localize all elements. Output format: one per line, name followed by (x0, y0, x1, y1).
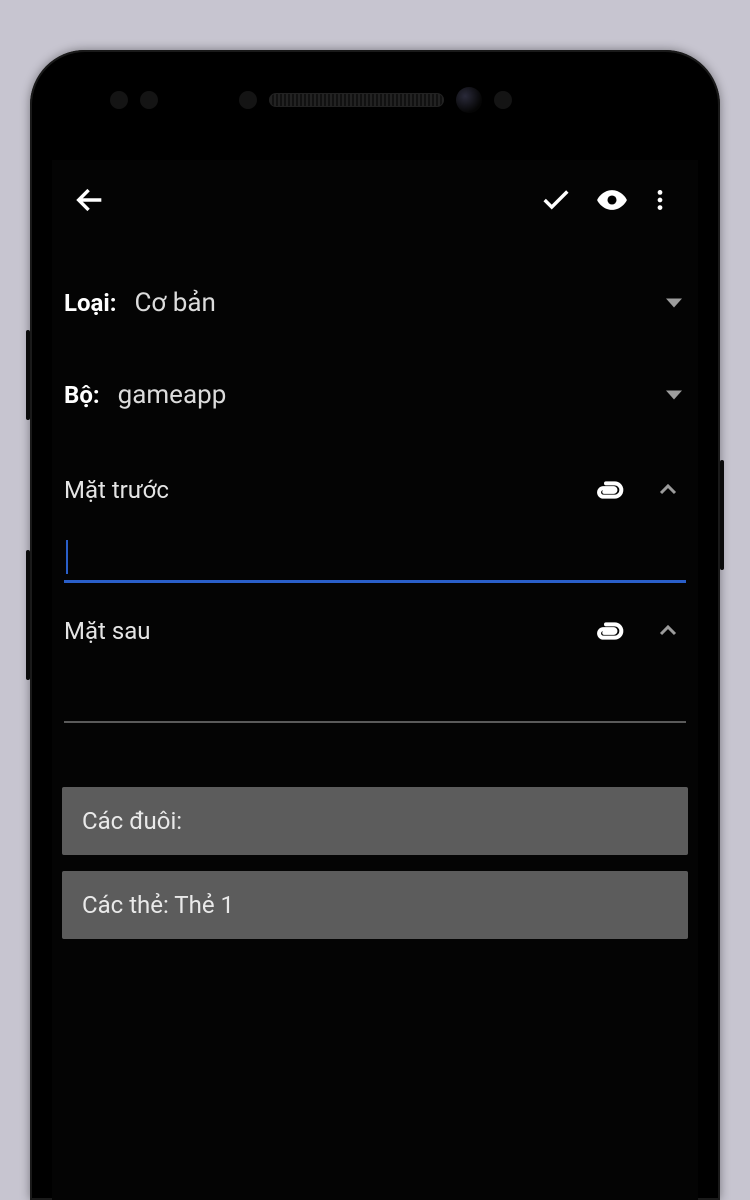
more-button[interactable] (640, 172, 680, 228)
content-area: Loại: Cơ bản Bộ: gameapp Mặt trước (52, 240, 698, 939)
front-field-label: Mặt trước (64, 476, 588, 504)
front-underline (64, 580, 686, 583)
attach-back-button[interactable] (588, 611, 628, 651)
chevron-down-icon (666, 391, 682, 400)
front-field: Mặt trước (58, 470, 692, 583)
phone-frame: Loại: Cơ bản Bộ: gameapp Mặt trước (30, 50, 720, 1200)
back-field: Mặt sau (58, 611, 692, 723)
attach-front-button[interactable] (588, 470, 628, 510)
preview-button[interactable] (584, 172, 640, 228)
collapse-front-button[interactable] (650, 472, 686, 508)
back-button[interactable] (62, 172, 118, 228)
front-input[interactable] (64, 536, 686, 580)
back-field-label: Mặt sau (64, 617, 588, 645)
chevron-down-icon (666, 299, 682, 308)
app-bar (52, 160, 698, 240)
back-input[interactable] (64, 677, 686, 721)
text-caret (66, 540, 68, 574)
phone-sensor-bar (30, 80, 720, 120)
deck-label: Bộ: (64, 381, 100, 409)
cards-chip[interactable]: Các thẻ: Thẻ 1 (62, 871, 688, 939)
note-type-value: Cơ bản (135, 288, 216, 318)
tags-chip[interactable]: Các đuôi: (62, 787, 688, 855)
collapse-back-button[interactable] (650, 613, 686, 649)
back-underline (64, 721, 686, 723)
deck-value: gameapp (118, 380, 227, 410)
deck-selector[interactable]: Bộ: gameapp (58, 370, 692, 420)
screen: Loại: Cơ bản Bộ: gameapp Mặt trước (52, 160, 698, 1200)
confirm-button[interactable] (528, 172, 584, 228)
note-type-label: Loại: (64, 289, 117, 317)
note-type-selector[interactable]: Loại: Cơ bản (58, 278, 692, 328)
